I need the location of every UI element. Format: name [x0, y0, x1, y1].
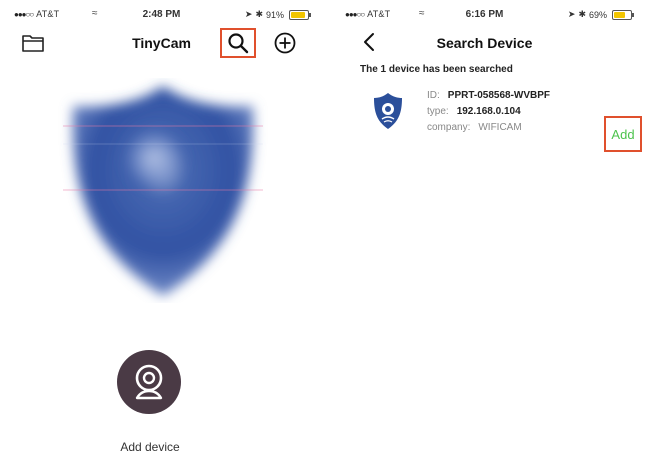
nav-bar: TinyCam	[0, 28, 323, 60]
status-right: ➤ ✱ 91%	[244, 9, 311, 20]
status-right: ➤ ✱ 69%	[567, 9, 634, 20]
bluetooth-icon: ✱	[578, 9, 586, 19]
battery-percent: 69%	[588, 9, 607, 20]
search-result-message: The 1 device has been searched	[360, 64, 513, 75]
battery-percent: 91%	[265, 9, 284, 20]
camera-icon	[135, 364, 163, 400]
bluetooth-icon: ✱	[255, 9, 263, 19]
battery-icon	[612, 9, 634, 20]
device-company-label: company:	[427, 122, 471, 133]
tinycam-home-screen: ●●●○○ AT&T ≈ 2:48 PM ➤ ✱ 91% TinyCam Add…	[0, 0, 323, 457]
add-device-label: Add device	[120, 440, 180, 454]
device-type-label: type:	[427, 106, 449, 117]
search-button[interactable]	[220, 28, 256, 58]
shield-graphic	[63, 86, 263, 296]
location-icon: ➤	[567, 9, 576, 19]
page-title: Search Device	[436, 35, 533, 51]
device-id: PPRT-058568-WVBPF	[447, 90, 551, 101]
status-bar: ●●●○○ AT&T ≈ 6:16 PM ➤ ✱ 69%	[323, 8, 646, 23]
battery-icon	[289, 9, 311, 20]
device-list-item[interactable]: ID: PPRT-058568-WVBPF type: 192.168.0.104 …	[373, 86, 633, 156]
search-icon	[228, 33, 249, 54]
device-type: 192.168.0.104	[456, 106, 521, 117]
device-company: WIFICAM	[478, 122, 522, 133]
device-type-row: type: 192.168.0.104	[427, 106, 521, 117]
search-device-screen: ●●●○○ AT&T ≈ 6:16 PM ➤ ✱ 69% Search Devic…	[323, 0, 646, 457]
status-bar: ●●●○○ AT&T ≈ 2:48 PM ➤ ✱ 91%	[0, 8, 323, 23]
add-circle-icon[interactable]	[274, 32, 296, 54]
add-button[interactable]: Add	[604, 116, 642, 152]
device-company-row: company: WIFICAM	[427, 122, 522, 133]
shield-camera-icon	[374, 93, 402, 129]
nav-bar: Search Device	[323, 28, 646, 60]
device-id-label: ID:	[427, 90, 440, 101]
device-id-row: ID: PPRT-058568-WVBPF	[427, 90, 550, 101]
location-icon: ➤	[244, 9, 253, 19]
add-device-button[interactable]	[117, 350, 181, 414]
